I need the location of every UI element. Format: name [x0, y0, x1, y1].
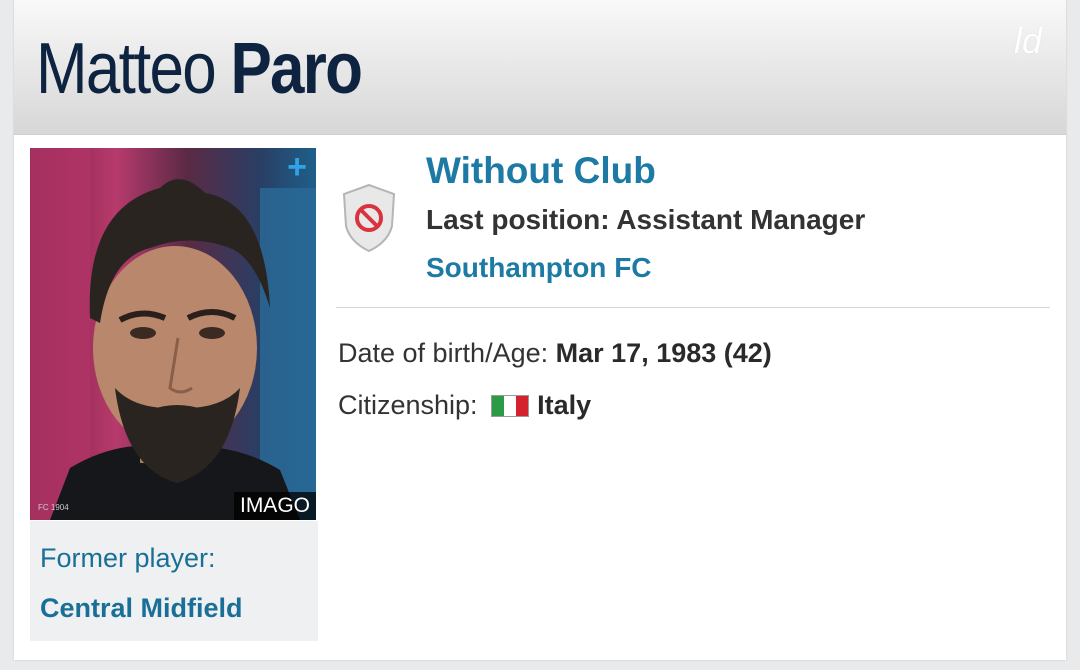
player-name: Matteo Paro	[36, 24, 363, 114]
profile-header: Matteo Paro ld	[14, 0, 1066, 135]
former-position-link[interactable]: Central Midfield	[40, 593, 243, 624]
svg-text:FC 1904: FC 1904	[38, 503, 69, 512]
date-of-birth-row: Date of birth/Age: Mar 17, 1983 (42)	[338, 338, 772, 369]
photo-credit: IMAGO	[233, 492, 316, 520]
site-logo: ld	[1013, 20, 1042, 61]
former-player-label: Former player:	[40, 543, 216, 573]
add-photo-plus-icon[interactable]: +	[284, 150, 310, 184]
dob-label: Date of birth/Age:	[338, 338, 549, 368]
player-portrait-image: FC 1904	[30, 148, 316, 520]
last-name: Paro	[230, 29, 363, 109]
divider	[336, 307, 1050, 308]
club-status-link[interactable]: Without Club	[426, 150, 656, 192]
italy-flag-icon	[491, 395, 530, 417]
first-name: Matteo	[36, 29, 217, 109]
citizenship-value[interactable]: Italy	[537, 390, 591, 420]
last-position: Last position: Assistant Manager	[426, 204, 866, 235]
former-player-box: Former player: Central Midfield	[30, 521, 318, 641]
citizenship-row: Citizenship: Italy	[338, 390, 591, 421]
player-photo[interactable]: FC 1904 + IMAGO	[30, 148, 316, 520]
player-profile-card: Matteo Paro ld FC 1904 + IMAGO Former pl…	[14, 0, 1066, 660]
dob-value: Mar 17, 1983 (42)	[555, 338, 772, 368]
last-club-link[interactable]: Southampton FC	[426, 252, 652, 284]
citizenship-label: Citizenship:	[338, 390, 478, 420]
no-club-shield-icon	[342, 183, 396, 253]
